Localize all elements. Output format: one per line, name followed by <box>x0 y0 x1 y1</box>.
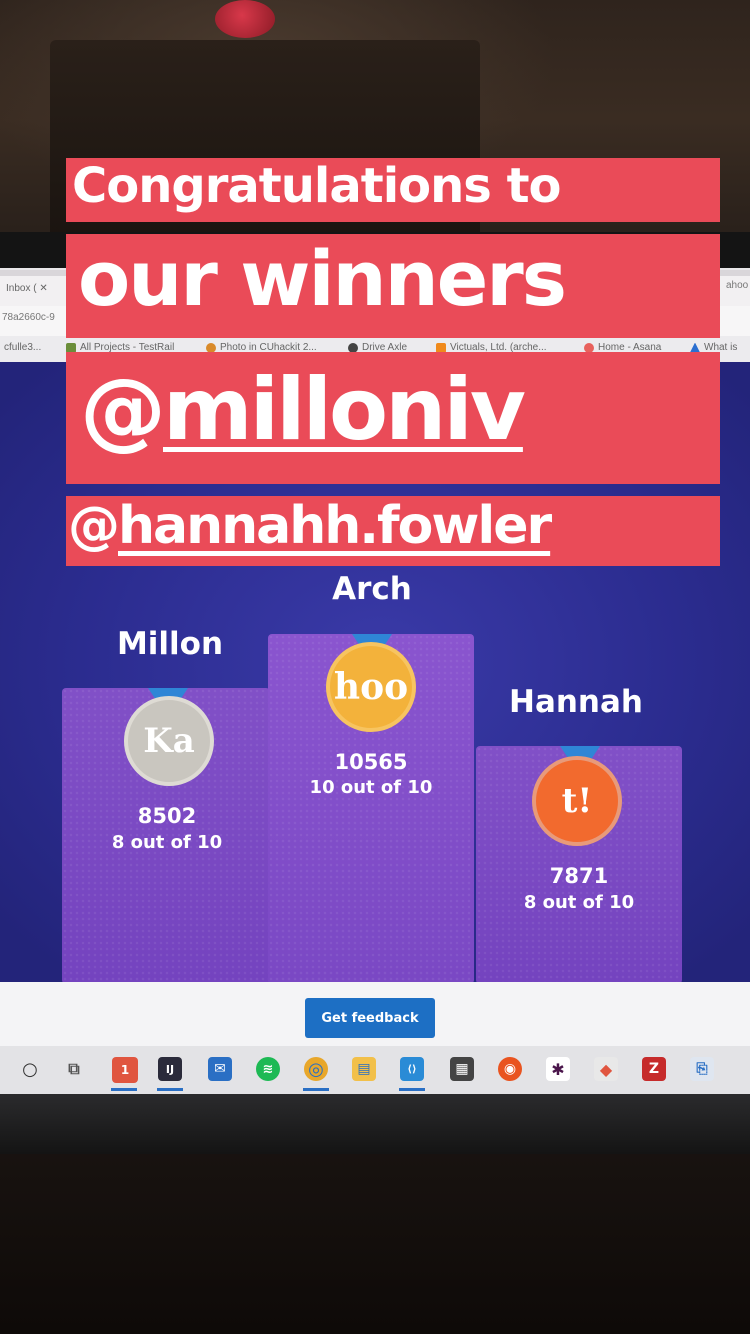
triangle-icon <box>690 342 700 353</box>
second-place-correct: 8 out of 10 <box>111 832 223 853</box>
tab-kahoot[interactable]: ahoo <box>718 276 750 306</box>
mention-username: milloniv <box>163 360 526 460</box>
second-place-score: 8502 <box>137 804 197 828</box>
medal-label: Ka <box>143 721 195 761</box>
mention-hannahh-fowler[interactable]: @hannahh.fowler <box>68 496 552 556</box>
cortana-icon[interactable]: ○ <box>18 1057 42 1081</box>
get-feedback-button[interactable]: Get feedback <box>305 998 435 1038</box>
photo-icon <box>206 342 216 353</box>
third-place-correct: 8 out of 10 <box>523 892 635 913</box>
medal-label: hoo <box>333 666 409 708</box>
at-symbol: @ <box>80 360 166 460</box>
story-title-line1: Congratulations to <box>72 158 562 214</box>
git-icon[interactable]: ◆ <box>594 1057 618 1081</box>
medal-label: t! <box>561 781 593 821</box>
third-place-name: Hannah <box>509 684 643 720</box>
filezilla-icon[interactable]: Z <box>642 1057 666 1081</box>
vscode-icon[interactable]: ⟨⟩ <box>400 1057 424 1081</box>
first-place-score: 10565 <box>334 750 408 774</box>
active-app-indicator <box>111 1088 137 1091</box>
bookmark-cfulle3[interactable]: cfulle3... <box>4 342 41 353</box>
third-place-score: 7871 <box>549 864 609 888</box>
ubuntu-icon[interactable]: ◉ <box>498 1057 522 1081</box>
slack-icon[interactable]: ✱ <box>546 1057 570 1081</box>
mail-icon[interactable]: ✉ <box>208 1057 232 1081</box>
active-app-indicator <box>157 1088 183 1091</box>
first-place-name: Arch <box>332 571 412 607</box>
network-icon[interactable]: ⎘ <box>690 1057 714 1081</box>
active-app-indicator <box>303 1088 329 1091</box>
bookmark-label: cfulle3... <box>4 342 42 353</box>
active-app-indicator <box>399 1088 425 1091</box>
url-text: 78a2660c-9 <box>2 312 55 323</box>
file-explorer-icon[interactable]: ▤ <box>352 1057 376 1081</box>
silver-medal-icon: Ka <box>124 696 214 786</box>
drive-icon <box>348 342 358 353</box>
monitor-bezel <box>0 1094 750 1154</box>
mention-milloniv[interactable]: @milloniv <box>80 360 526 460</box>
bronze-medal-icon: t! <box>532 756 622 846</box>
victuals-icon <box>436 342 446 353</box>
notification-app-icon[interactable]: 1 <box>112 1057 138 1083</box>
spotify-icon[interactable]: ≋ <box>256 1057 280 1081</box>
red-ball-decoration <box>215 0 275 38</box>
chrome-icon[interactable]: ◎ <box>304 1057 328 1081</box>
task-view-icon[interactable]: ⧉ <box>62 1057 86 1081</box>
second-place-name: Millon <box>116 626 224 662</box>
tab-inbox[interactable]: Inbox ( ✕ <box>0 276 66 306</box>
gold-medal-icon: hoo <box>326 642 416 732</box>
story-title-line2: our winners <box>78 234 567 323</box>
intellij-icon[interactable]: IJ <box>158 1057 182 1081</box>
mention-username: hannahh.fowler <box>118 496 552 556</box>
first-place-correct: 10 out of 10 <box>309 777 433 798</box>
asana-icon <box>584 342 594 353</box>
at-symbol: @ <box>68 496 120 556</box>
testrail-icon <box>66 342 76 353</box>
store-icon[interactable]: ▦ <box>450 1057 474 1081</box>
